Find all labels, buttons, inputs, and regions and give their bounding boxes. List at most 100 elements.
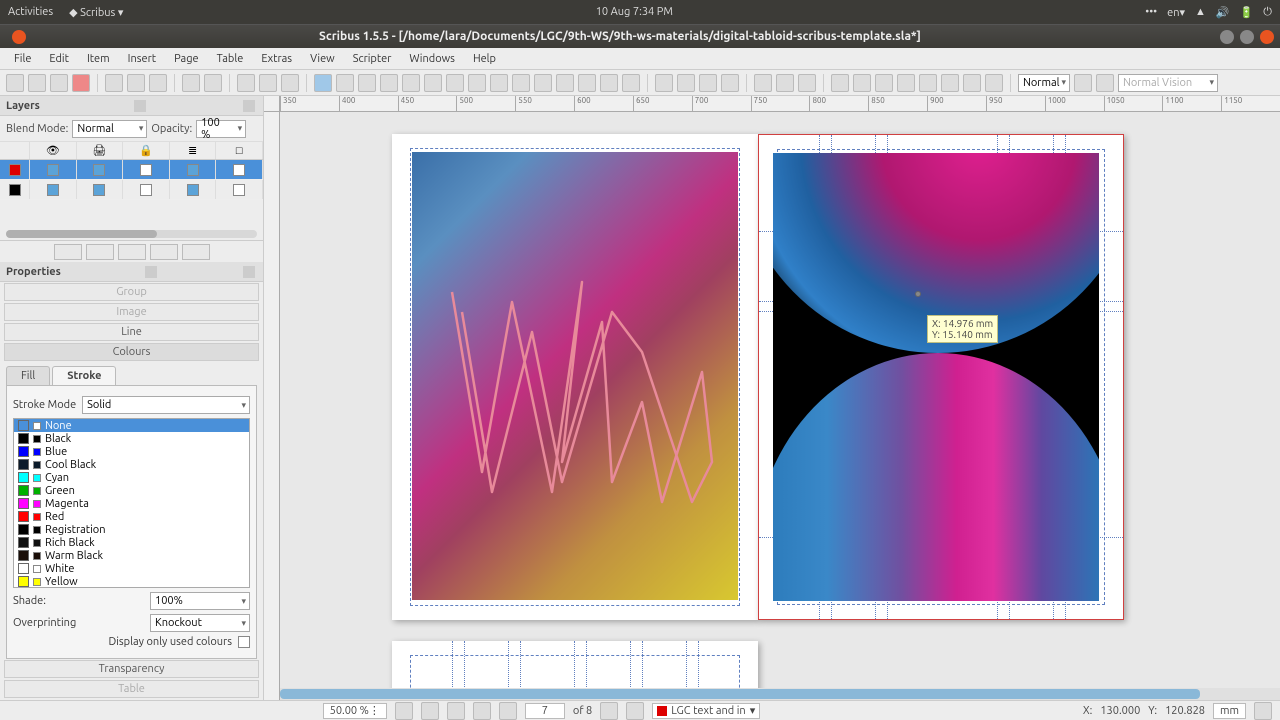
color-item[interactable]: Cool Black — [14, 458, 249, 471]
color-item[interactable]: Registration — [14, 523, 249, 536]
layer-row[interactable] — [0, 180, 263, 200]
remove-layer-button[interactable] — [86, 244, 114, 260]
properties-panel-header[interactable]: Properties — [0, 262, 263, 282]
link-frames-icon[interactable] — [699, 74, 717, 92]
power-icon[interactable]: ⏻ — [1263, 6, 1272, 19]
next-page-icon[interactable] — [600, 702, 618, 720]
color-item[interactable]: Green — [14, 484, 249, 497]
rotate-icon[interactable] — [600, 74, 618, 92]
menu-item[interactable]: Item — [79, 51, 118, 67]
zoom-icon[interactable] — [622, 74, 640, 92]
minimize-icon[interactable] — [1220, 30, 1234, 44]
color-item[interactable]: Black — [14, 432, 249, 445]
pdf-check-icon[interactable] — [897, 74, 915, 92]
blend-mode-select[interactable]: Normal — [72, 120, 147, 138]
opacity-select[interactable]: 100 % — [196, 120, 246, 138]
panel-close-icon[interactable] — [243, 266, 255, 278]
lang-indicator[interactable]: en▾ — [1167, 6, 1185, 19]
measure-icon[interactable] — [754, 74, 772, 92]
color-list[interactable]: NoneBlackBlueCool BlackCyanGreenMagentaR… — [13, 418, 250, 588]
menu-page[interactable]: Page — [166, 51, 207, 67]
display-only-checkbox[interactable] — [238, 636, 250, 648]
freehand-path[interactable] — [412, 152, 738, 600]
zoom-field[interactable]: 50.00 % ⋮ — [323, 703, 387, 719]
unlink-frames-icon[interactable] — [721, 74, 739, 92]
close-doc-icon[interactable] — [72, 74, 90, 92]
prev-page-icon[interactable] — [499, 702, 517, 720]
pdf-combo-icon[interactable] — [919, 74, 937, 92]
artwork-frame[interactable] — [773, 153, 1099, 601]
eyedropper-icon[interactable] — [798, 74, 816, 92]
color-item[interactable]: None — [14, 419, 249, 432]
zoom-reset-icon[interactable] — [421, 702, 439, 720]
close-icon[interactable] — [1260, 30, 1274, 44]
line-tool-icon[interactable] — [512, 74, 530, 92]
checkbox-icon[interactable] — [93, 164, 105, 176]
edit-contents-icon[interactable] — [655, 74, 673, 92]
maximize-icon[interactable] — [1240, 30, 1254, 44]
layers-scrollbar[interactable] — [6, 230, 257, 238]
layer-down-button[interactable] — [182, 244, 210, 260]
spiral-icon[interactable] — [490, 74, 508, 92]
dup-layer-button[interactable] — [118, 244, 146, 260]
pdf-radio-icon[interactable] — [853, 74, 871, 92]
preview-icon[interactable] — [1096, 74, 1114, 92]
zoom-out-icon[interactable] — [395, 702, 413, 720]
color-item[interactable]: Rich Black — [14, 536, 249, 549]
app-menu[interactable]: ◆ Scribus ▾ — [69, 6, 123, 19]
activities-button[interactable]: Activities — [8, 6, 53, 18]
network-icon[interactable]: ▲ — [1195, 6, 1206, 18]
page-right[interactable]: X: 14.976 mm Y: 15.140 mm — [758, 134, 1124, 620]
pdf-text-icon[interactable] — [875, 74, 893, 92]
add-layer-button[interactable] — [54, 244, 82, 260]
close-icon[interactable] — [12, 30, 26, 44]
text-frame-icon[interactable] — [336, 74, 354, 92]
freehand-icon[interactable] — [556, 74, 574, 92]
color-item[interactable]: Yellow — [14, 575, 249, 588]
first-page-icon[interactable] — [473, 702, 491, 720]
checkbox-icon[interactable] — [233, 164, 245, 176]
pdf-annot-icon[interactable] — [963, 74, 981, 92]
layers-panel-header[interactable]: Layers — [0, 96, 263, 116]
polygon-icon[interactable] — [468, 74, 486, 92]
bezier-icon[interactable] — [534, 74, 552, 92]
panel-close-icon[interactable] — [243, 100, 255, 112]
menu-help[interactable]: Help — [465, 51, 504, 67]
checkbox-icon[interactable] — [233, 184, 245, 196]
menu-view[interactable]: View — [302, 51, 343, 67]
table-icon[interactable] — [402, 74, 420, 92]
preview-mode-select[interactable]: Normal — [1018, 74, 1070, 92]
zoom-in-icon[interactable] — [447, 702, 465, 720]
indicator-icon[interactable]: ••• — [1145, 6, 1157, 18]
vision-select[interactable]: Normal Vision — [1118, 74, 1218, 92]
copy-props-icon[interactable] — [776, 74, 794, 92]
menu-scripter[interactable]: Scripter — [345, 51, 400, 67]
stroke-mode-select[interactable]: Solid — [82, 396, 250, 414]
checkbox-icon[interactable] — [140, 164, 152, 176]
checkbox-icon[interactable] — [187, 184, 199, 196]
ruler-origin[interactable] — [264, 96, 280, 112]
toggle-cms-icon[interactable] — [1074, 74, 1092, 92]
menu-windows[interactable]: Windows — [401, 51, 463, 67]
story-editor-icon[interactable] — [677, 74, 695, 92]
battery-icon[interactable]: 🔋 — [1240, 6, 1254, 19]
color-item[interactable]: Blue — [14, 445, 249, 458]
color-item[interactable]: Magenta — [14, 497, 249, 510]
tab-fill[interactable]: Fill — [6, 366, 50, 385]
paste-icon[interactable] — [281, 74, 299, 92]
menu-edit[interactable]: Edit — [41, 51, 77, 67]
new-icon[interactable] — [6, 74, 24, 92]
gradient-frame[interactable] — [412, 152, 738, 600]
image-frame-icon[interactable] — [358, 74, 376, 92]
pdf-icon[interactable] — [149, 74, 167, 92]
print-icon[interactable] — [105, 74, 123, 92]
checkbox-icon[interactable] — [140, 184, 152, 196]
canvas-h-scrollbar[interactable] — [280, 688, 1280, 700]
render-frame-icon[interactable] — [380, 74, 398, 92]
page-left[interactable] — [392, 134, 758, 620]
current-layer-select[interactable]: LGC text and in ▾ — [652, 703, 760, 719]
select-tool-icon[interactable] — [314, 74, 332, 92]
canvas[interactable]: 3504004505005506006507007508008509009501… — [264, 96, 1280, 700]
layer-up-button[interactable] — [150, 244, 178, 260]
open-icon[interactable] — [28, 74, 46, 92]
